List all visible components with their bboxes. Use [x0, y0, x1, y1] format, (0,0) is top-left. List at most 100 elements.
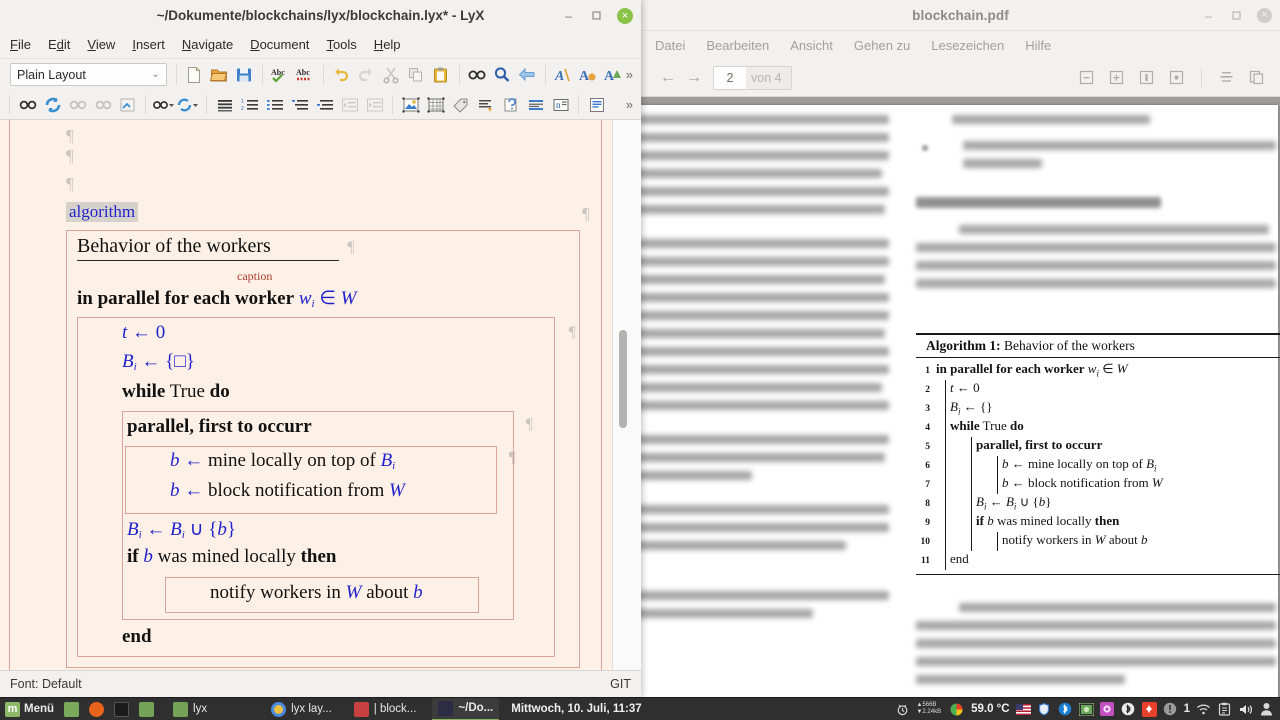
- taskbar-window-blockchain-pdf[interactable]: | block...: [348, 698, 423, 720]
- next-page-button[interactable]: →: [681, 65, 707, 91]
- if-body-inset[interactable]: notify workers in W about b: [165, 577, 479, 613]
- cut-icon[interactable]: [379, 62, 404, 87]
- pdf-maximize-button[interactable]: [1229, 8, 1244, 23]
- fit-page-icon[interactable]: [1137, 68, 1156, 87]
- insert-table-icon[interactable]: [423, 92, 448, 117]
- lyx-menu-file[interactable]: File: [10, 37, 31, 52]
- pdf-minimize-button[interactable]: –: [1201, 8, 1216, 23]
- spellcheck-icon[interactable]: Abc: [268, 62, 293, 87]
- taskbar-window-lyx-layout[interactable]: lyx lay...: [265, 698, 338, 720]
- zoom-in-icon[interactable]: [1107, 68, 1126, 87]
- pdf-menu-datei[interactable]: Datei: [655, 38, 685, 53]
- taskbar-window-lyx-folder[interactable]: lyx: [167, 698, 213, 720]
- zoom-out-icon[interactable]: [1077, 68, 1096, 87]
- page-number-input[interactable]: 2: [714, 70, 746, 85]
- lyx-menu-help[interactable]: Help: [374, 37, 401, 52]
- zoom-icon[interactable]: [490, 62, 515, 87]
- taskbar-window-lyx-document[interactable]: ~/Do...: [432, 697, 500, 720]
- dual-page-icon[interactable]: [1247, 68, 1266, 87]
- update-master-icon[interactable]: [90, 92, 115, 117]
- toolbar-overflow-icon-2[interactable]: »: [626, 97, 637, 112]
- disk-usage-icon[interactable]: [947, 702, 965, 717]
- pdf-titlebar[interactable]: blockchain.pdf – ×: [641, 0, 1280, 31]
- user-icon[interactable]: [1259, 702, 1274, 717]
- empty-paragraph-1[interactable]: ¶: [10, 120, 602, 146]
- fit-width-icon[interactable]: [1167, 68, 1186, 87]
- caption-text[interactable]: Behavior of the workers: [77, 235, 339, 261]
- view-dropdown-icon[interactable]: [151, 92, 176, 117]
- pdf-menu-hilfe[interactable]: Hilfe: [1025, 38, 1051, 53]
- list-outdent-icon[interactable]: [312, 92, 337, 117]
- depth-increase-icon[interactable]: [362, 92, 387, 117]
- view-other-icon[interactable]: [115, 92, 140, 117]
- network-speed-indicator[interactable]: ▲566B ▼2.24kB: [916, 702, 941, 716]
- line-while[interactable]: while True do: [78, 381, 554, 411]
- toggle-noun-icon[interactable]: A: [576, 62, 601, 87]
- lyx-document-editor[interactable]: ¶ ¶ ¶ algorithm ¶ Behavior of the worker…: [0, 120, 641, 670]
- pdf-menu-gehen-zu[interactable]: Gehen zu: [854, 38, 910, 53]
- line-parallel-first[interactable]: parallel, first to occurr: [123, 416, 513, 446]
- vertical-scrollbar-thumb[interactable]: [619, 330, 627, 428]
- start-menu-button[interactable]: Menü: [0, 698, 59, 720]
- bluetooth-icon[interactable]: [1058, 702, 1073, 717]
- algorithm-body-inset[interactable]: ¶ t ← 0 Bi ← {□} while True do ¶ paralle…: [77, 317, 576, 657]
- paste-icon[interactable]: [429, 62, 454, 87]
- itemized-list-icon[interactable]: [262, 92, 287, 117]
- lyx-maximize-button[interactable]: [589, 8, 604, 23]
- numbered-list-icon[interactable]: 12: [237, 92, 262, 117]
- empty-paragraph-3[interactable]: ¶: [10, 174, 602, 202]
- bluetooth-off-icon[interactable]: [1121, 702, 1136, 717]
- toolbar-overflow-icon[interactable]: »: [626, 67, 637, 82]
- toggle-emphasis-icon[interactable]: A: [551, 62, 576, 87]
- new-document-icon[interactable]: [182, 62, 207, 87]
- insert-label-icon[interactable]: [448, 92, 473, 117]
- launcher-file-manager[interactable]: [134, 698, 159, 720]
- line-block-notif[interactable]: b ← block notification from W: [126, 480, 496, 510]
- line-notify[interactable]: notify workers in W about b: [166, 582, 478, 608]
- algorithm-inset[interactable]: Behavior of the workers ¶ caption in par…: [66, 230, 580, 668]
- paragraph-layout-select[interactable]: Plain Layout ⌄: [10, 63, 167, 86]
- insert-graphics-icon[interactable]: [398, 92, 423, 117]
- insert-footnote-icon[interactable]: [473, 92, 498, 117]
- empty-paragraph-2[interactable]: ¶: [10, 146, 602, 174]
- redo-icon[interactable]: [354, 62, 379, 87]
- copy-icon[interactable]: [404, 62, 429, 87]
- continuous-icon[interactable]: [1217, 68, 1236, 87]
- screenshot-icon[interactable]: [1078, 702, 1094, 717]
- wifi-icon[interactable]: [1196, 702, 1211, 717]
- algorithm-layout-row[interactable]: algorithm ¶: [10, 202, 602, 230]
- undo-icon[interactable]: [329, 62, 354, 87]
- lyx-close-button[interactable]: ×: [617, 7, 633, 24]
- view-master-icon[interactable]: [65, 92, 90, 117]
- lyx-menu-document[interactable]: Document: [250, 37, 309, 52]
- page-number-box[interactable]: 2 von 4: [713, 65, 792, 90]
- launcher-show-desktop[interactable]: [59, 698, 84, 720]
- find-replace-icon[interactable]: [465, 62, 490, 87]
- alarm-clock-icon[interactable]: [895, 702, 910, 717]
- launcher-terminal[interactable]: [109, 698, 134, 720]
- update-manager-icon[interactable]: [1141, 701, 1157, 717]
- list-indent-icon[interactable]: [287, 92, 312, 117]
- pdf-close-button[interactable]: ×: [1257, 8, 1272, 23]
- shield-icon[interactable]: [1037, 702, 1052, 717]
- algorithm-layout-label[interactable]: algorithm: [66, 202, 139, 222]
- lyx-menu-view[interactable]: View: [87, 37, 115, 52]
- insert-nomencl-icon[interactable]: n: [548, 92, 573, 117]
- update-dropdown-icon[interactable]: [176, 92, 201, 117]
- keyboard-layout-us-icon[interactable]: [1015, 702, 1031, 717]
- pdf-menu-lesezeichen[interactable]: Lesezeichen: [931, 38, 1004, 53]
- line-b-init[interactable]: Bi ← {□}: [78, 351, 554, 381]
- cpu-temperature-label[interactable]: 59.0 °C: [971, 703, 1009, 715]
- line-end[interactable]: end: [78, 620, 554, 652]
- clock-label[interactable]: Mittwoch, 10. Juli, 11:37: [511, 703, 641, 715]
- update-document-icon[interactable]: [40, 92, 65, 117]
- parallel-inset[interactable]: ¶ parallel, first to occurr ¶ b ← mine l…: [122, 411, 533, 620]
- lyx-menu-tools[interactable]: Tools: [326, 37, 356, 52]
- save-document-icon[interactable]: [232, 62, 257, 87]
- line-b-union[interactable]: Bi ← Bi ∪ {b}: [123, 514, 513, 546]
- depth-decrease-icon[interactable]: [337, 92, 362, 117]
- parallel-branches-inset[interactable]: ¶ b ← mine locally on top of Bi b ← bloc…: [125, 446, 516, 514]
- insert-box-icon[interactable]: [523, 92, 548, 117]
- lyx-titlebar[interactable]: ~/Dokumente/blockchains/lyx/blockchain.l…: [0, 0, 641, 31]
- lyx-minimize-button[interactable]: –: [561, 8, 576, 23]
